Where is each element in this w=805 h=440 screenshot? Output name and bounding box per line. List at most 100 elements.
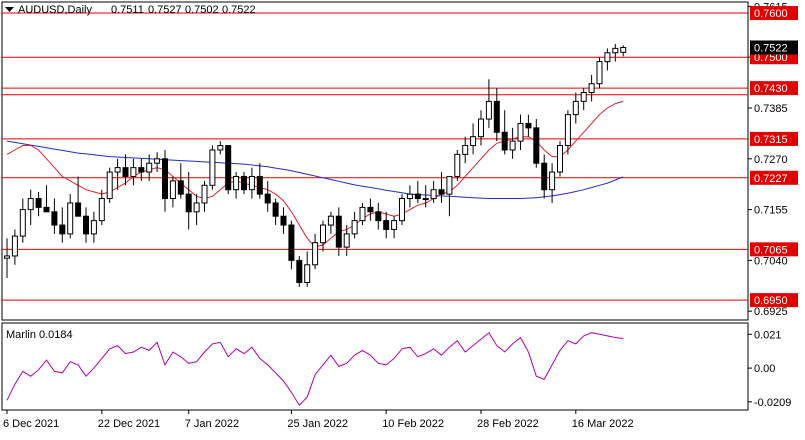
candle-body — [462, 145, 469, 155]
level-label-0: 0.7600 — [750, 6, 798, 21]
candle-body — [501, 131, 508, 151]
ind-tick-label-1: 0.00 — [754, 363, 775, 375]
price-tick-label-6: 0.6925 — [754, 306, 788, 318]
candle-body — [106, 171, 113, 200]
candle-body — [185, 193, 192, 213]
candle-75 — [596, 57, 603, 89]
price-axis: 0.76150.75000.73850.72700.71550.70400.69… — [748, 1, 798, 409]
level-label-5: 0.7065 — [750, 242, 798, 257]
candle-body — [256, 175, 263, 195]
candle-body — [27, 198, 34, 211]
candle-body — [478, 118, 484, 138]
candle-body — [414, 193, 421, 200]
candle-body — [612, 47, 619, 54]
time-tick-label-6: 16 Mar 2022 — [572, 418, 634, 430]
candle-13 — [106, 167, 113, 203]
candle-body — [454, 153, 461, 177]
candle-body — [241, 175, 247, 191]
level-label-text: 0.6950 — [754, 295, 788, 307]
candle-body — [114, 167, 121, 173]
candle-body — [264, 193, 271, 204]
candle-37 — [296, 255, 303, 287]
candle-body — [51, 211, 58, 226]
candle-body — [122, 167, 129, 177]
time-tick-label-3: 25 Jan 2022 — [287, 418, 348, 430]
candle-body — [288, 224, 295, 261]
level-label-2: 0.7430 — [750, 81, 798, 96]
time-axis: 6 Dec 2021 22 Dec 2021 7 Jan 2022 25 Jan 20… — [3, 410, 634, 430]
candle-body — [154, 158, 161, 164]
candle-body — [209, 149, 216, 186]
candle-body — [391, 220, 398, 230]
candle-body — [564, 114, 571, 147]
candle-57 — [454, 149, 461, 181]
candle-body — [59, 224, 66, 235]
candle-body — [493, 100, 500, 133]
candle-body — [517, 122, 524, 142]
candle-body — [549, 171, 556, 191]
candle-body — [169, 180, 176, 200]
candle-body — [620, 46, 627, 53]
candle-body — [399, 198, 405, 222]
candle-body — [367, 206, 374, 213]
candle-body — [11, 235, 18, 257]
indicator-panel-frame — [1, 322, 749, 411]
ind-tick-label-0: 0.021 — [754, 329, 782, 341]
time-tick-label-5: 28 Feb 2022 — [477, 418, 539, 430]
time-tick-label-2: 7 Jan 2022 — [185, 418, 239, 430]
candle-body — [375, 211, 382, 222]
chart-window: 0.76150.75000.73850.72700.71550.70400.69… — [0, 0, 805, 435]
main-panel-frame — [1, 1, 749, 321]
time-tick-label-4: 10 Feb 2022 — [382, 418, 444, 430]
price-tick-label-2: 0.7385 — [754, 103, 788, 115]
candle-body — [83, 215, 89, 235]
candle-body — [351, 220, 358, 235]
candle-body — [43, 206, 50, 213]
candle-body — [327, 215, 334, 226]
candle-body — [580, 92, 587, 102]
candle-body — [335, 215, 342, 248]
candle-body — [75, 202, 82, 217]
candle-body — [225, 145, 232, 191]
candle-body — [162, 158, 168, 200]
candle-body — [430, 189, 437, 200]
candle-body — [67, 202, 74, 235]
candle-body — [130, 167, 137, 177]
candle-body — [201, 184, 208, 204]
candle-body — [533, 127, 540, 164]
candle-body — [35, 198, 42, 208]
candle-body — [383, 220, 390, 230]
candle-body — [588, 83, 595, 94]
candle-body — [19, 209, 26, 237]
candle-body — [98, 198, 105, 222]
candle-70 — [557, 141, 563, 177]
candle-body — [406, 193, 413, 200]
level-label-text: 0.7430 — [754, 83, 788, 95]
low-value: 0.7502 — [185, 4, 219, 16]
current-price-text: 0.7522 — [754, 42, 788, 54]
candle-26 — [209, 145, 216, 190]
price-tick-label-3: 0.7270 — [754, 154, 788, 166]
level-label-3: 0.7315 — [750, 131, 798, 146]
candle-body — [312, 242, 319, 266]
candle-body — [138, 167, 145, 173]
candle-body — [422, 198, 429, 201]
candle-body — [177, 180, 184, 195]
time-tick-label-0: 6 Dec 2021 — [3, 418, 59, 430]
candle-body — [525, 122, 532, 129]
candle-body — [217, 145, 224, 151]
candle-body — [557, 145, 563, 173]
price-tick-label-4: 0.7155 — [754, 205, 788, 217]
candle-body — [446, 175, 453, 195]
symbol-label: AUDUSD,Daily — [18, 4, 92, 16]
candle-body — [296, 259, 303, 283]
level-label-text: 0.7600 — [754, 8, 788, 20]
candle-body — [604, 52, 611, 63]
candle-body — [4, 255, 10, 259]
candle-body — [280, 215, 287, 226]
candle-body — [320, 224, 326, 244]
price-chart: 0.76150.75000.73850.72700.71550.70400.69… — [1, 1, 798, 430]
candle-body — [485, 100, 492, 120]
candle-28 — [225, 145, 232, 195]
candle-body — [438, 189, 445, 195]
